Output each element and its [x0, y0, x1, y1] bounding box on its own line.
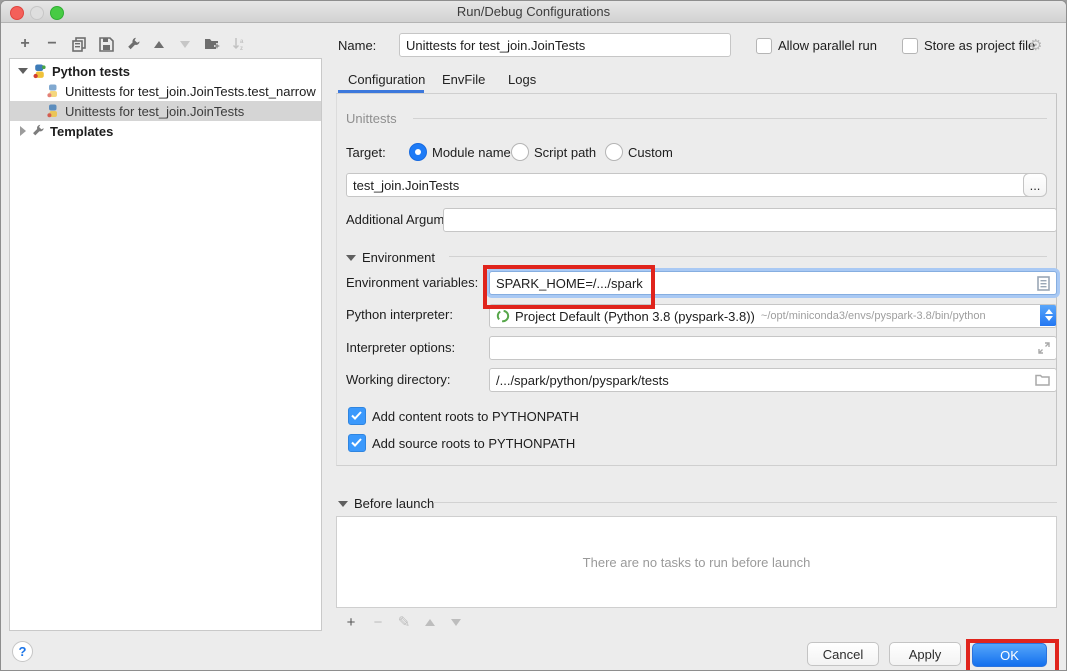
tree-item-label: Unittests for test_join.JoinTests: [65, 104, 244, 119]
interpreter-options-input[interactable]: [489, 336, 1057, 360]
chevron-right-icon[interactable]: [20, 126, 26, 136]
run-debug-configurations-dialog: Run/Debug Configurations + − az Python t…: [0, 0, 1067, 671]
tab-configuration[interactable]: Configuration: [348, 72, 425, 87]
add-content-roots-checkbox[interactable]: [348, 407, 366, 425]
browse-module-button[interactable]: ...: [1023, 173, 1047, 197]
move-down-icon: [175, 34, 195, 54]
before-launch-section-header[interactable]: Before launch: [338, 496, 434, 511]
before-launch-empty-text: There are no tasks to run before launch: [583, 555, 811, 570]
working-directory-input[interactable]: /.../spark/python/pyspark/tests: [489, 368, 1057, 392]
move-task-up-icon: [420, 613, 440, 631]
allow-parallel-run-label: Allow parallel run: [778, 38, 877, 53]
tree-item-python-tests[interactable]: Python tests: [10, 61, 321, 81]
environment-section-title: Environment: [362, 250, 435, 265]
tree-item-label: Unittests for test_join.JoinTests.test_n…: [65, 84, 316, 99]
add-content-roots-label: Add content roots to PYTHONPATH: [372, 409, 579, 424]
chevron-down-icon[interactable]: [346, 255, 356, 261]
interpreter-options-label: Interpreter options:: [346, 340, 455, 355]
minimize-window-button: [30, 6, 44, 20]
wrench-icon: [31, 124, 45, 138]
help-button[interactable]: ?: [12, 641, 33, 662]
add-task-icon[interactable]: +: [341, 613, 361, 631]
conda-env-icon: [496, 309, 510, 323]
radio-custom[interactable]: [605, 143, 623, 161]
before-launch-task-list[interactable]: There are no tasks to run before launch: [336, 516, 1057, 608]
new-folder-icon[interactable]: [202, 34, 222, 54]
store-as-project-file-label: Store as project file: [924, 38, 1035, 53]
additional-arguments-input[interactable]: [443, 208, 1057, 232]
svg-text:a: a: [240, 39, 244, 45]
allow-parallel-run-checkbox[interactable]: [756, 38, 772, 54]
tree-item-label: Templates: [50, 124, 113, 139]
name-label: Name:: [338, 38, 376, 53]
edit-task-icon: ✎: [394, 613, 414, 631]
svg-text:z: z: [240, 46, 243, 51]
radio-module-name[interactable]: [409, 143, 427, 161]
edit-variables-icon[interactable]: [1037, 276, 1050, 291]
check-icon: [351, 411, 362, 420]
chevron-down-icon[interactable]: [338, 501, 348, 507]
save-configuration-icon[interactable]: [96, 34, 116, 54]
copy-configuration-icon[interactable]: [69, 34, 89, 54]
target-module-input[interactable]: test_join.JoinTests: [346, 173, 1031, 197]
radio-module-name-label: Module name: [432, 145, 511, 160]
name-input[interactable]: Unittests for test_join.JoinTests: [399, 33, 731, 57]
active-tab-underline: [338, 90, 424, 93]
edit-templates-icon[interactable]: [123, 34, 143, 54]
add-source-roots-checkbox[interactable]: [348, 434, 366, 452]
cancel-button[interactable]: Cancel: [807, 642, 879, 666]
radio-script-path-label: Script path: [534, 145, 596, 160]
add-configuration-icon[interactable]: +: [15, 34, 35, 54]
interpreter-path: ~/opt/miniconda3/envs/pyspark-3.8/bin/py…: [761, 310, 986, 322]
python-tests-icon: [32, 64, 47, 79]
tree-item-unittests-test-narrow[interactable]: Unittests for test_join.JoinTests.test_n…: [10, 81, 321, 101]
annotation-box-environment-variables: [483, 265, 655, 309]
configurations-tree[interactable]: Python tests Unittests for test_join.Joi…: [9, 58, 322, 631]
apply-button[interactable]: Apply: [889, 642, 961, 666]
unittests-group-title: Unittests: [346, 111, 397, 126]
close-window-button[interactable]: [10, 6, 24, 20]
window-title: Run/Debug Configurations: [1, 1, 1066, 22]
python-interpreter-label: Python interpreter:: [346, 307, 453, 322]
python-test-icon: [46, 84, 60, 98]
add-source-roots-label: Add source roots to PYTHONPATH: [372, 436, 575, 451]
radio-script-path[interactable]: [511, 143, 529, 161]
move-task-down-icon: [446, 613, 466, 631]
annotation-box-ok-button: [966, 639, 1059, 671]
tree-item-label: Python tests: [52, 64, 130, 79]
expand-field-icon[interactable]: [1038, 342, 1050, 354]
remove-task-icon: −: [368, 613, 388, 631]
target-label: Target:: [346, 145, 386, 160]
tab-logs[interactable]: Logs: [508, 72, 536, 87]
tree-item-unittests-jointests-selected[interactable]: Unittests for test_join.JoinTests: [10, 101, 321, 121]
python-test-icon: [46, 104, 60, 118]
chevron-down-icon[interactable]: [18, 68, 28, 74]
sort-configurations-icon: az: [229, 34, 249, 54]
gear-icon[interactable]: ⚙: [1029, 36, 1042, 54]
titlebar[interactable]: Run/Debug Configurations: [1, 1, 1066, 23]
remove-configuration-icon[interactable]: −: [42, 34, 62, 54]
store-as-project-file-checkbox[interactable]: [902, 38, 918, 54]
folder-icon[interactable]: [1035, 374, 1050, 386]
working-directory-label: Working directory:: [346, 372, 451, 387]
environment-variables-label: Environment variables:: [346, 275, 478, 290]
environment-section-header[interactable]: Environment: [346, 250, 435, 265]
tree-item-templates[interactable]: Templates: [10, 121, 321, 141]
before-launch-title: Before launch: [354, 496, 434, 511]
radio-custom-label: Custom: [628, 145, 673, 160]
check-icon: [351, 438, 362, 447]
combo-stepper[interactable]: [1040, 304, 1057, 326]
tab-envfile[interactable]: EnvFile: [442, 72, 485, 87]
move-up-icon[interactable]: [149, 34, 169, 54]
zoom-window-button[interactable]: [50, 6, 64, 20]
